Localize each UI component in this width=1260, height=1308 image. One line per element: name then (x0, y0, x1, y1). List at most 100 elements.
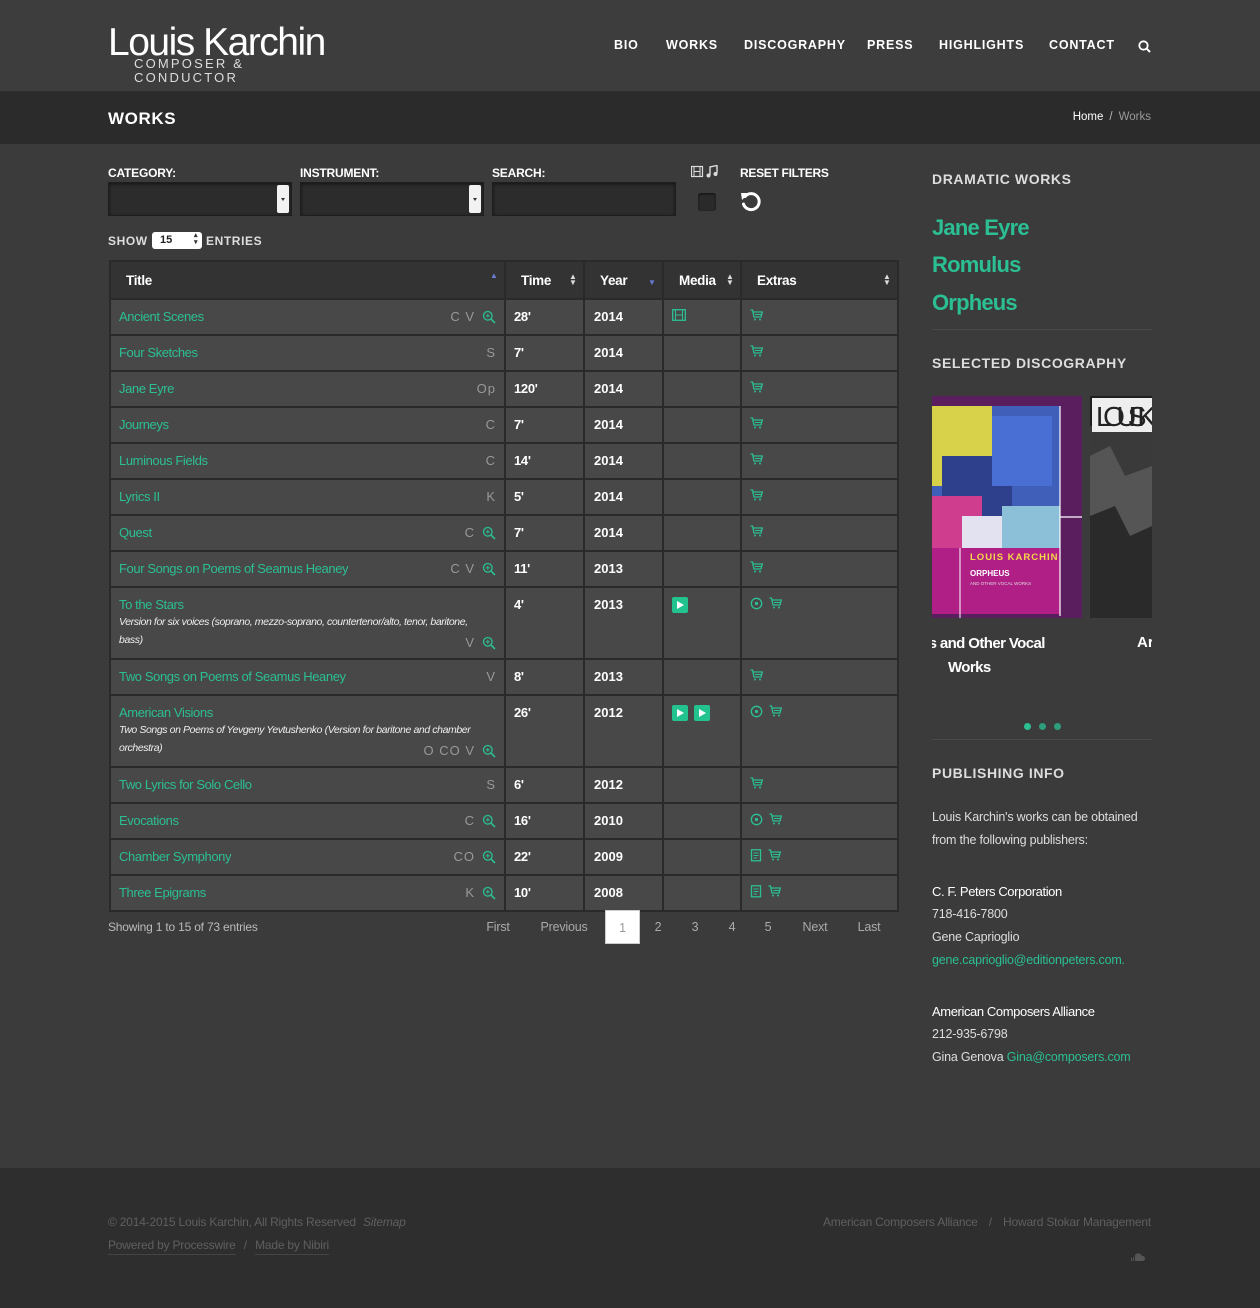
footer-link-stokar[interactable]: Howard Stokar Management (1003, 1215, 1151, 1229)
zoom-icon[interactable] (482, 814, 496, 828)
zoom-icon[interactable] (482, 850, 496, 864)
cart-icon[interactable] (750, 777, 763, 789)
carousel-dot[interactable] (1039, 723, 1046, 730)
work-title-link[interactable]: Two Songs on Poems of Seamus Heaney (119, 669, 496, 684)
made-by-link[interactable]: Made by Nibiri (255, 1238, 329, 1255)
play-icon[interactable] (672, 597, 688, 613)
nav-discography[interactable]: DISCOGRAPHY (744, 38, 846, 52)
footer-link-aca[interactable]: American Composers Alliance (823, 1215, 978, 1229)
col-title[interactable]: Title ▲ (109, 260, 506, 300)
zoom-icon[interactable] (482, 744, 496, 758)
work-title-link[interactable]: Journeys (119, 417, 496, 432)
cart-icon[interactable] (769, 597, 782, 609)
film-icon[interactable] (672, 309, 686, 321)
cell-year: 2008 (583, 874, 664, 912)
publisher-email-link[interactable]: gene.caprioglio@editionpeters.com. (932, 953, 1125, 967)
work-codes-text: V (486, 669, 496, 684)
powered-by-link[interactable]: Powered by Processwire (108, 1238, 236, 1255)
work-title-link[interactable]: Ancient Scenes (119, 309, 496, 324)
work-title-link[interactable]: To the Stars (119, 597, 496, 612)
cart-icon[interactable] (750, 669, 763, 681)
work-title-link[interactable]: Lyrics II (119, 489, 496, 504)
score-icon[interactable] (750, 849, 762, 862)
dramatic-work-link[interactable]: Romulus (932, 252, 1021, 278)
album-cover-orpheus[interactable]: LOUIS KARCHIN ORPHEUS AND OTHER VOCAL WO… (932, 396, 1082, 618)
cell-year: 2010 (583, 802, 664, 840)
sitemap-link[interactable]: Sitemap (363, 1215, 406, 1229)
cart-icon[interactable] (750, 417, 763, 429)
soundcloud-icon[interactable] (1129, 1252, 1145, 1262)
cart-icon[interactable] (769, 813, 782, 825)
pager-page[interactable]: 3 (688, 910, 702, 944)
cd-icon[interactable] (750, 813, 763, 826)
album-caption[interactable]: is and Other Vocal Works (932, 632, 1082, 680)
work-title-link[interactable]: Jane Eyre (119, 381, 496, 396)
nav-highlights[interactable]: HIGHLIGHTS (939, 38, 1024, 52)
cart-icon[interactable] (750, 561, 763, 573)
cart-icon[interactable] (750, 345, 763, 357)
zoom-icon[interactable] (482, 310, 496, 324)
cart-icon[interactable] (768, 885, 781, 897)
col-time[interactable]: Time ▲ ▼ (504, 260, 585, 300)
cart-icon[interactable] (750, 525, 763, 537)
reset-filters-label[interactable]: RESET FILTERS (740, 166, 829, 180)
zoom-icon[interactable] (482, 526, 496, 540)
cd-icon[interactable] (750, 705, 763, 718)
work-title-link[interactable]: Two Lyrics for Solo Cello (119, 777, 496, 792)
cart-icon[interactable] (769, 705, 782, 717)
carousel-dot[interactable] (1054, 723, 1061, 730)
search-input[interactable] (492, 182, 676, 216)
carousel-dot[interactable] (1024, 723, 1031, 730)
pager-last[interactable]: Last (856, 910, 882, 944)
instrument-select[interactable] (300, 182, 484, 216)
album-cover-second[interactable]: LOUIS K (1090, 396, 1152, 618)
breadcrumb-home[interactable]: Home (1073, 111, 1104, 123)
work-codes-text: C V (450, 309, 475, 324)
publisher-email-link[interactable]: Gina@composers.com (1007, 1050, 1131, 1064)
zoom-icon[interactable] (482, 886, 496, 900)
cart-icon[interactable] (750, 381, 763, 393)
work-title-link[interactable]: Chamber Symphony (119, 849, 496, 864)
col-media[interactable]: Media ▲ ▼ (662, 260, 742, 300)
pager-next[interactable]: Next (800, 910, 830, 944)
pager-page[interactable]: 4 (725, 910, 739, 944)
dramatic-work-link[interactable]: Orpheus (932, 290, 1018, 316)
cd-icon[interactable] (750, 597, 763, 610)
album-caption[interactable]: Ar (1137, 634, 1152, 651)
pager-previous[interactable]: Previous (538, 910, 590, 944)
nav-press[interactable]: PRESS (867, 38, 913, 52)
media-filter-checkbox[interactable] (698, 193, 716, 211)
reset-icon[interactable] (739, 190, 763, 214)
cell-media (662, 694, 742, 768)
play-icon[interactable] (672, 705, 688, 721)
work-title-link[interactable]: Four Sketches (119, 345, 496, 360)
cart-icon[interactable] (750, 309, 763, 321)
work-title-link[interactable]: American Visions (119, 705, 496, 720)
entries-select[interactable]: 15 (152, 232, 202, 249)
cart-icon[interactable] (750, 489, 763, 501)
pager-first[interactable]: First (484, 910, 512, 944)
work-title-link[interactable]: Luminous Fields (119, 453, 496, 468)
col-extras[interactable]: Extras ▲ ▼ (740, 260, 899, 300)
nav-contact[interactable]: CONTACT (1049, 38, 1115, 52)
work-title-link[interactable]: Evocations (119, 813, 496, 828)
col-year[interactable]: Year ▼ (583, 260, 664, 300)
nav-works[interactable]: WORKS (666, 38, 718, 52)
work-title-link[interactable]: Four Songs on Poems of Seamus Heaney (119, 561, 496, 576)
category-select[interactable] (108, 182, 292, 216)
work-title-link[interactable]: Three Epigrams (119, 885, 496, 900)
zoom-icon[interactable] (482, 562, 496, 576)
dramatic-work-link[interactable]: Jane Eyre (932, 215, 1030, 241)
search-icon[interactable] (1137, 39, 1153, 55)
work-title-link[interactable]: Quest (119, 525, 496, 540)
score-icon[interactable] (750, 885, 762, 898)
nav-bio[interactable]: BIO (614, 38, 639, 52)
cart-icon[interactable] (768, 849, 781, 861)
site-header: Louis Karchin COMPOSER & CONDUCTOR BIO W… (0, 0, 1260, 92)
zoom-icon[interactable] (482, 636, 496, 650)
pager-page[interactable]: 1 (605, 910, 640, 944)
pager-page[interactable]: 2 (651, 910, 665, 944)
pager-page[interactable]: 5 (761, 910, 775, 944)
cart-icon[interactable] (750, 453, 763, 465)
play-icon[interactable] (694, 705, 710, 721)
